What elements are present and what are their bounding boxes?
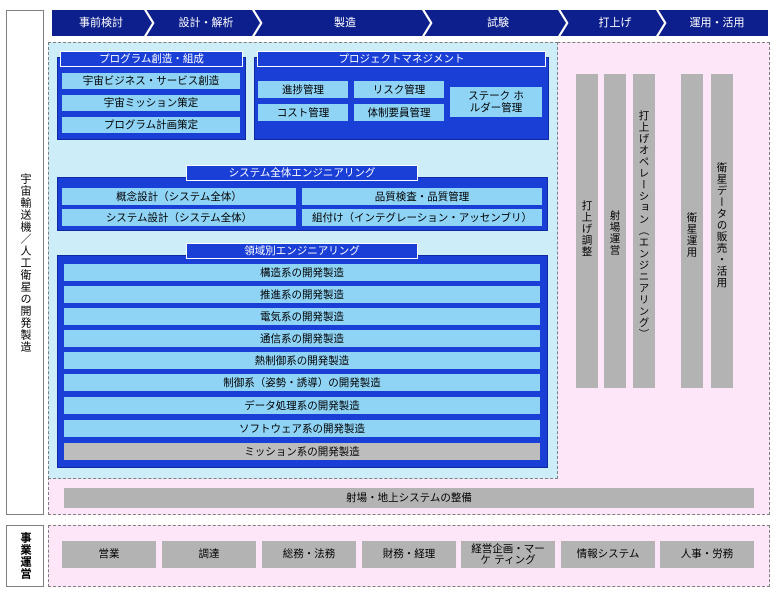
business-hr: 人事・労務 [660,541,754,568]
phase-label-2: 設計・解析 [178,16,234,29]
phase-label-4: 試験 [487,16,509,29]
program-item-2: 宇宙ミッション策定 [61,94,241,112]
domain-item-structure: 構造系の開発製造 [63,263,541,282]
business-procurement: 調達 [162,541,256,568]
phase-label-3: 製造 [334,16,356,29]
domain-item-data: データ処理系の開発製造 [63,396,541,415]
ops-satellite-data: 衛星データの販売・活用 [711,74,733,388]
business-side-text: 事業運営 [19,532,32,580]
business-sales: 営業 [62,541,156,568]
program-title: プログラム創造・組成 [60,51,243,67]
domain-item-software: ソフトウェア系の開発製造 [63,419,541,438]
phase-label-5: 打上げ [598,16,632,29]
business-finance: 財務・経理 [362,541,456,568]
business-legal: 総務・法務 [262,541,356,568]
project-title: プロジェクトマネジメント [257,51,546,67]
dev-side-label: 宇宙輸送機／人工衛星の開発製造 [6,10,44,515]
business-it: 情報システム [561,541,655,568]
system-item-quality: 品質検査・品質管理 [301,187,543,206]
launch-site-bar: 射場・地上システムの整備 [64,488,754,508]
project-item-cost: コスト管理 [257,103,349,122]
domain-item-control: 制御系（姿勢・誘導）の開発製造 [63,373,541,392]
phase-label-6: 運用・活用 [689,16,745,29]
project-item-risk: リスク管理 [353,80,445,99]
domain-item-mission: ミッション系の開発製造 [63,442,541,461]
phase-bar: 事前検討 設計・解析 製造 試験 打上げ 運用・活用 [52,10,768,36]
phase-label-1: 事前検討 [79,16,123,29]
ops-launch-site: 射場運営 [604,74,626,388]
ops-satellite-operation: 衛星運用 [681,74,703,388]
project-item-progress: 進捗管理 [257,80,349,99]
system-title: システム全体エンジニアリング [186,165,418,181]
domain-item-electric: 電気系の開発製造 [63,307,541,326]
domain-item-comm: 通信系の開発製造 [63,329,541,348]
system-item-concept: 概念設計（システム全体） [61,187,297,206]
project-item-staffing: 体制要員管理 [353,103,445,122]
domain-item-thermal: 熱制御系の開発製造 [63,351,541,370]
domain-title: 領域別エンジニアリング [186,243,418,259]
system-item-assembly: 組付け（インテグレーション・アッセンブリ） [301,208,543,227]
dev-side-text: 宇宙輸送機／人工衛星の開発製造 [19,172,32,353]
system-item-design: システム設計（システム全体） [61,208,297,227]
project-item-stakeholder: ステーク ホルダー管理 [449,86,543,118]
program-item-1: 宇宙ビジネス・サービス創造 [61,72,241,90]
business-planning: 経営企画・マーケ ティング [461,541,555,568]
ops-launch-operation: 打上げオペレーション（エンジニアリング） [633,74,655,388]
business-side-label: 事業運営 [6,525,44,587]
program-item-3: プログラム計画策定 [61,116,241,134]
domain-item-propulsion: 推進系の開発製造 [63,285,541,304]
ops-launch-coord: 打上げ調整 [576,74,598,388]
